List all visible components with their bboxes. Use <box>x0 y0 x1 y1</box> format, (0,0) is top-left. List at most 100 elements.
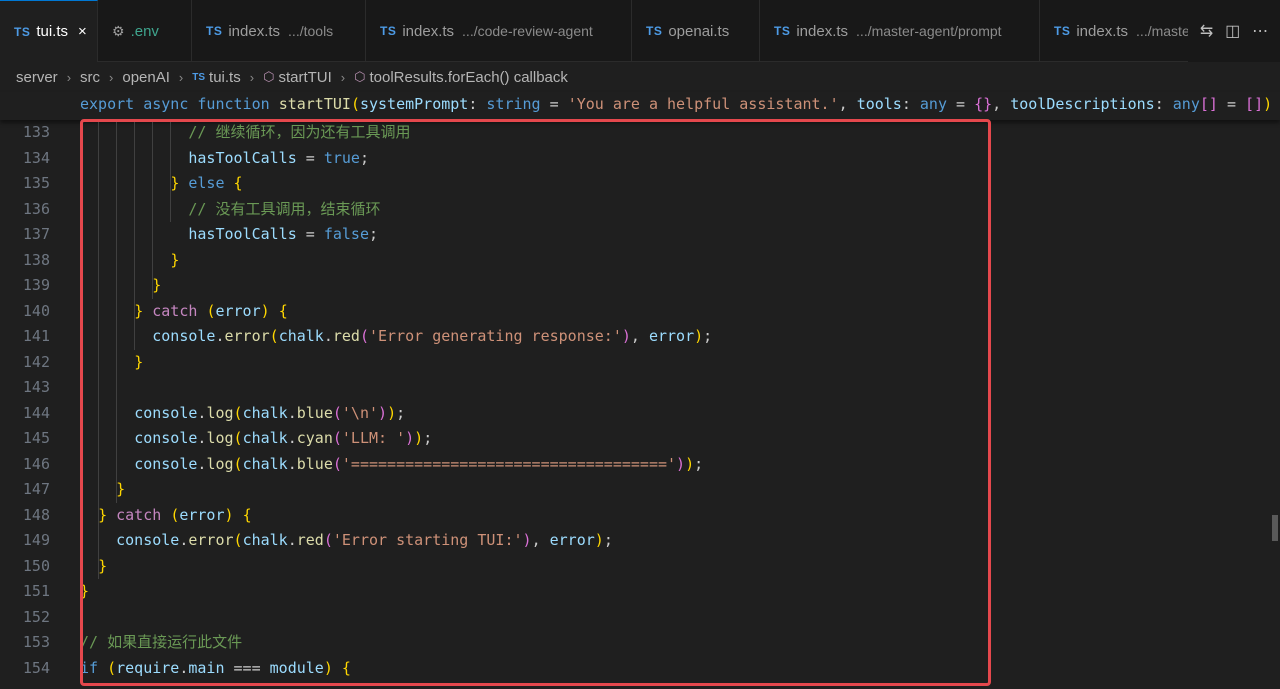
line-number: 137 <box>22 225 50 243</box>
code-text: } <box>80 582 90 600</box>
close-icon[interactable]: × <box>78 23 87 40</box>
code-text: console.error(chalk.red('Error generatin… <box>152 327 713 345</box>
tab-label: index.ts <box>1076 22 1129 40</box>
line-number: 152 <box>22 607 50 626</box>
code-line[interactable]: 142 } <box>0 350 1280 376</box>
more-icon[interactable]: ⋯ <box>1252 21 1268 41</box>
code-text: } <box>116 480 126 498</box>
code-text: console.log(chalk.blue('\n')); <box>134 403 406 422</box>
code-line[interactable]: 145 console.log(chalk.cyan('LLM: ')); <box>0 426 1280 452</box>
indent-guide <box>98 120 99 579</box>
code-line[interactable]: 152 <box>0 605 1280 631</box>
code-text: // 没有工具调用，结束循环 <box>188 199 381 218</box>
code-line[interactable]: 147 } <box>0 477 1280 503</box>
code-text: } <box>152 276 162 294</box>
line-number: 143 <box>22 378 50 396</box>
tab-description: .../master <box>1136 23 1190 39</box>
tab-label: index.ts <box>402 22 455 40</box>
code-line[interactable]: 144 console.log(chalk.blue('\n')); <box>0 401 1280 427</box>
split-editor-icon[interactable]: ◫ <box>1225 21 1240 41</box>
code-line[interactable]: 143 <box>0 375 1280 401</box>
indent-guide <box>170 120 171 222</box>
code-text: console.log(chalk.blue('================… <box>134 454 704 473</box>
line-number: 140 <box>22 301 50 320</box>
line-number: 154 <box>22 658 50 677</box>
line-number: 149 <box>22 531 50 549</box>
code-text: } catch (error) { <box>98 505 252 524</box>
scrollbar-thumb[interactable] <box>1272 515 1278 541</box>
line-number: 150 <box>22 556 50 575</box>
typescript-file-icon: TS <box>774 24 791 38</box>
code-text: } <box>170 250 180 269</box>
code-text: // 继续循环，因为还有工具调用 <box>188 123 411 141</box>
code-line[interactable]: 140 } catch (error) { <box>0 299 1280 325</box>
line-number: 139 <box>22 276 50 294</box>
indent-guide <box>134 120 135 350</box>
code-line[interactable]: 138 } <box>0 248 1280 274</box>
breadcrumb-item-symbol[interactable]: ⬡ startTUI <box>263 69 332 86</box>
tab-label: index.ts <box>228 22 281 40</box>
line-number: 136 <box>22 199 50 218</box>
chevron-right-icon: › <box>109 69 114 85</box>
tab-label: openai.ts <box>668 22 730 40</box>
code-text: hasToolCalls = true; <box>188 148 369 167</box>
function-symbol-icon: ⬡ <box>263 69 275 84</box>
line-number: 138 <box>22 250 50 269</box>
gear-icon: ⚙ <box>112 22 125 39</box>
code-editor[interactable]: 133 // 继续循环，因为还有工具调用 134 hasToolCalls = t… <box>0 120 1280 689</box>
typescript-file-icon: TS <box>646 24 663 38</box>
tab-openai-ts[interactable]: TS openai.ts <box>632 0 760 62</box>
code-line[interactable]: 133 // 继续循环，因为还有工具调用 <box>0 120 1280 146</box>
sticky-scroll-line[interactable]: export async function startTUI(systemPro… <box>0 92 1280 120</box>
indent-guide <box>152 120 153 299</box>
code-text: } else { <box>170 174 243 192</box>
breadcrumb-item-file[interactable]: TS tui.ts <box>192 69 240 86</box>
code-line[interactable]: 150 } <box>0 554 1280 580</box>
code-text: } <box>134 352 144 371</box>
breadcrumb-item[interactable]: openAI <box>122 69 170 86</box>
breadcrumb-item[interactable]: server <box>16 69 58 86</box>
chevron-right-icon: › <box>66 69 72 85</box>
breadcrumb-item[interactable]: src <box>80 69 100 86</box>
typescript-file-icon: TS <box>206 24 223 38</box>
code-line[interactable]: 146 console.log(chalk.blue('============… <box>0 452 1280 478</box>
line-number: 144 <box>22 403 50 422</box>
line-number: 135 <box>22 174 50 192</box>
editor-tab-bar: TS tui.ts × ⚙ .env TS index.ts .../tools… <box>0 0 1280 62</box>
line-number: 141 <box>22 327 50 345</box>
tab-label: .env <box>130 22 159 40</box>
code-line[interactable]: 139 } <box>0 273 1280 299</box>
tab-index-master[interactable]: TS index.ts .../master <box>1040 0 1190 62</box>
tab-env[interactable]: ⚙ .env <box>98 0 192 62</box>
line-number: 151 <box>22 582 50 600</box>
code-line[interactable]: 135 } else { <box>0 171 1280 197</box>
code-line[interactable]: 136 // 没有工具调用，结束循环 <box>0 197 1280 223</box>
code-line[interactable]: 141 console.error(chalk.red('Error gener… <box>0 324 1280 350</box>
tab-index-tools[interactable]: TS index.ts .../tools <box>192 0 366 62</box>
line-number: 147 <box>22 480 50 498</box>
indent-guide <box>116 120 117 503</box>
line-number: 148 <box>22 505 50 524</box>
code-line[interactable]: 148 } catch (error) { <box>0 503 1280 529</box>
chevron-right-icon: › <box>249 69 255 85</box>
git-compare-icon[interactable]: ⇆ <box>1200 21 1213 41</box>
editor-actions: ⇆ ◫ ⋯ <box>1188 0 1280 62</box>
tab-description: .../tools <box>288 23 334 39</box>
code-line[interactable]: 153 // 如果直接运行此文件 <box>0 630 1280 656</box>
breadcrumb-item-symbol[interactable]: ⬡ toolResults.forEach() callback <box>354 69 568 86</box>
tab-tui-ts[interactable]: TS tui.ts × <box>0 0 98 62</box>
code-line[interactable]: 151} <box>0 579 1280 605</box>
code-line[interactable]: 149 console.error(chalk.red('Error start… <box>0 528 1280 554</box>
code-line[interactable]: 134 hasToolCalls = true; <box>0 146 1280 172</box>
line-number: 153 <box>22 633 50 651</box>
vertical-scrollbar[interactable] <box>1266 120 1280 689</box>
code-text: } <box>98 556 108 575</box>
code-text: console.log(chalk.cyan('LLM: ')); <box>134 429 433 447</box>
tab-description: .../master-agent/prompt <box>856 23 1002 39</box>
code-line[interactable]: 154 if (require.main === module) { <box>0 656 1280 682</box>
breadcrumb: server › src › openAI › TS tui.ts › ⬡ star… <box>0 62 1280 92</box>
code-line[interactable]: 137 hasToolCalls = false; <box>0 222 1280 248</box>
tab-index-master-agent-prompt[interactable]: TS index.ts .../master-agent/prompt <box>760 0 1040 62</box>
tab-index-code-review-agent[interactable]: TS index.ts .../code-review-agent <box>366 0 632 62</box>
chevron-right-icon: › <box>340 69 346 85</box>
